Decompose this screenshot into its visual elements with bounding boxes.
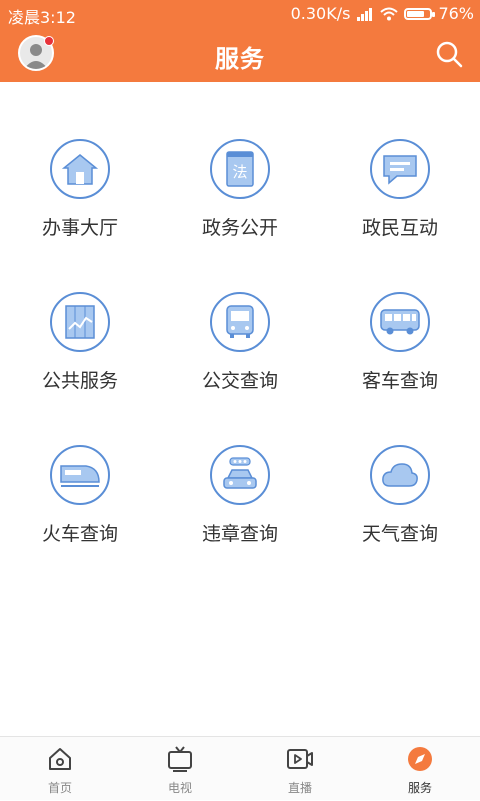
tab-live[interactable]: 直播 [240, 737, 360, 801]
page-title: 服务 [215, 45, 265, 73]
service-label: 天气查询 [361, 523, 438, 545]
service-label: 公共服务 [41, 370, 118, 392]
cloud-icon [370, 445, 430, 505]
car-violation-icon [210, 445, 270, 505]
live-video-icon [287, 749, 313, 769]
service-tile[interactable]: 客车查询 [320, 292, 480, 432]
bus-front-icon [210, 292, 270, 352]
service-label: 办事大厅 [41, 217, 118, 239]
battery-icon [404, 7, 436, 20]
chart-board-icon [50, 292, 110, 352]
service-tile[interactable]: 公共服务 [0, 292, 160, 432]
house-icon [50, 139, 110, 199]
service-label: 火车查询 [41, 523, 118, 545]
service-label: 公交查询 [201, 370, 278, 392]
bottom-tab-bar: 首页 电视 直播 服务 [0, 736, 480, 800]
law-book-icon: 法 [210, 139, 270, 199]
service-tile[interactable]: 办事大厅 [0, 139, 160, 279]
chat-bubble-icon [370, 139, 430, 199]
home-icon [49, 748, 71, 770]
service-tile[interactable]: 违章查询 [160, 445, 320, 585]
status-time: 凌晨3:12 [8, 8, 76, 27]
service-tile[interactable]: 火车查询 [0, 445, 160, 585]
service-tile[interactable]: 法 政务公开 [160, 139, 320, 279]
tab-label: 直播 [287, 781, 312, 795]
service-label: 政民互动 [361, 217, 438, 239]
app-header: 服务 [0, 28, 480, 82]
tab-label: 电视 [167, 781, 192, 795]
tv-icon [168, 746, 192, 772]
tab-label: 服务 [407, 781, 432, 795]
service-tile[interactable]: 天气查询 [320, 445, 480, 585]
train-icon [50, 445, 110, 505]
service-label: 政务公开 [201, 217, 278, 239]
tab-label: 首页 [47, 781, 72, 795]
compass-icon [408, 747, 432, 771]
service-label: 违章查询 [201, 523, 278, 545]
signal-icon [357, 7, 373, 21]
tab-tv[interactable]: 电视 [120, 737, 240, 801]
search-icon[interactable] [434, 39, 464, 69]
network-speed: 0.30K/s [290, 4, 351, 23]
wifi-icon [380, 7, 399, 20]
svg-text:法: 法 [232, 163, 247, 181]
service-tile[interactable]: 公交查询 [160, 292, 320, 432]
service-tile[interactable]: 政民互动 [320, 139, 480, 279]
service-label: 客车查询 [361, 370, 438, 392]
tab-services[interactable]: 服务 [360, 737, 480, 801]
tab-home[interactable]: 首页 [0, 737, 120, 801]
status-bar: 凌晨3:12 0.30K/s 76% [0, 0, 480, 28]
coach-bus-icon [370, 292, 430, 352]
battery-percent: 76% [438, 4, 474, 23]
